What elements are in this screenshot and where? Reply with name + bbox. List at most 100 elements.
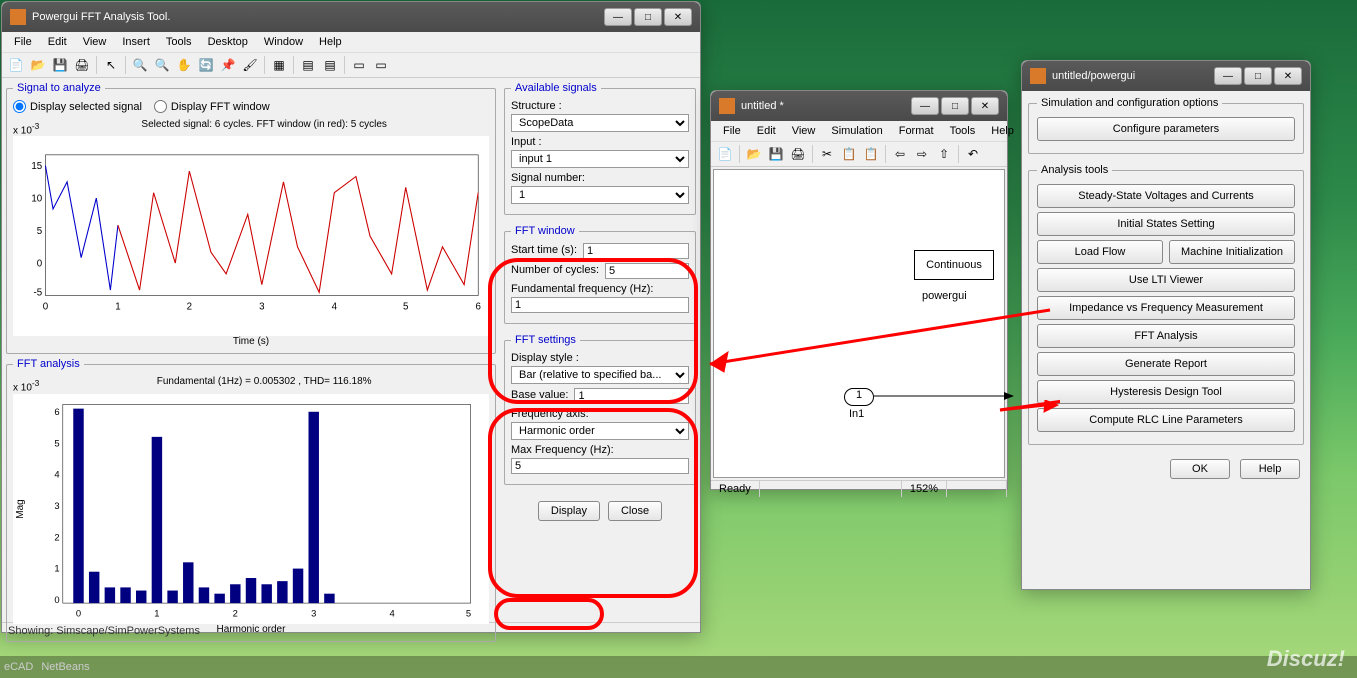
simulink-window: untitled * — □ ✕ File Edit View Simulati… [710, 90, 1008, 490]
plot2-title: Fundamental (1Hz) = 0.005302 , THD= 116.… [39, 376, 489, 393]
colorbar-icon[interactable]: ▦ [269, 55, 289, 75]
steady-state-button[interactable]: Steady-State Voltages and Currents [1037, 184, 1295, 208]
undock-icon[interactable]: ▭ [371, 55, 391, 75]
configure-button[interactable]: Configure parameters [1037, 117, 1295, 141]
save-icon[interactable]: 💾 [50, 55, 70, 75]
hysteresis-button[interactable]: Hysteresis Design Tool [1037, 380, 1295, 404]
taskbar-item[interactable]: NetBeans [41, 661, 89, 673]
maximize-button[interactable]: □ [941, 97, 969, 115]
help-button[interactable]: Help [1240, 459, 1300, 479]
start-input[interactable] [583, 243, 689, 259]
machine-init-button[interactable]: Machine Initialization [1169, 240, 1295, 264]
start-label: Start time (s): [511, 244, 577, 256]
menu-tools[interactable]: Tools [944, 123, 982, 139]
cycles-input[interactable] [605, 263, 689, 279]
legend-icon[interactable]: ▤ [298, 55, 318, 75]
base-input[interactable] [574, 388, 689, 404]
menu-insert[interactable]: Insert [116, 34, 156, 50]
initial-states-button[interactable]: Initial States Setting [1037, 212, 1295, 236]
menu-window[interactable]: Window [258, 34, 309, 50]
print-icon[interactable]: 🖨 [788, 144, 808, 164]
signal-chart-svg: -5051015 0123456 [13, 136, 489, 336]
generate-report-button[interactable]: Generate Report [1037, 352, 1295, 376]
toolbar: 📄 📂 💾 🖨 ✂ 📋 📋 ⇦ ⇨ ⇧ ↶ [711, 142, 1007, 167]
svg-text:5: 5 [37, 226, 42, 237]
minimize-button[interactable]: — [1214, 67, 1242, 85]
maximize-button[interactable]: □ [634, 8, 662, 26]
style-select[interactable]: Bar (relative to specified ba... [511, 366, 689, 384]
dock-icon[interactable]: ▭ [349, 55, 369, 75]
titlebar[interactable]: untitled/powergui — □ ✕ [1022, 61, 1310, 91]
zoomout-icon[interactable]: 🔍 [152, 55, 172, 75]
maximize-button[interactable]: □ [1244, 67, 1272, 85]
impedance-button[interactable]: Impedance vs Frequency Measurement [1037, 296, 1295, 320]
pointer-icon[interactable]: ↖ [101, 55, 121, 75]
brush-icon[interactable]: 🖌 [240, 55, 260, 75]
rlc-button[interactable]: Compute RLC Line Parameters [1037, 408, 1295, 432]
close-button[interactable]: Close [608, 501, 662, 521]
copy-icon[interactable]: 📋 [839, 144, 859, 164]
taskbar-item[interactable]: eCAD [4, 661, 33, 673]
menu-view[interactable]: View [77, 34, 113, 50]
new-icon[interactable]: 📄 [6, 55, 26, 75]
close-button[interactable]: ✕ [971, 97, 999, 115]
menu-tools[interactable]: Tools [160, 34, 198, 50]
print-icon[interactable]: 🖨 [72, 55, 92, 75]
radio-fft[interactable]: Display FFT window [154, 100, 270, 113]
in1-label: In1 [849, 408, 864, 420]
in1-block[interactable]: 1 [844, 388, 874, 406]
new-icon[interactable]: 📄 [715, 144, 735, 164]
menu-edit[interactable]: Edit [42, 34, 73, 50]
titlebar[interactable]: Powergui FFT Analysis Tool. — □ ✕ [2, 2, 700, 32]
maxf-label: Max Frequency (Hz): [511, 444, 689, 456]
menu-help[interactable]: Help [313, 34, 348, 50]
titlebar[interactable]: untitled * — □ ✕ [711, 91, 1007, 121]
display-button[interactable]: Display [538, 501, 600, 521]
structure-select[interactable]: ScopeData [511, 114, 689, 132]
minimize-button[interactable]: — [604, 8, 632, 26]
maxf-input[interactable] [511, 458, 689, 474]
menu-desktop[interactable]: Desktop [202, 34, 254, 50]
undo-icon[interactable]: ↶ [963, 144, 983, 164]
zoomin-icon[interactable]: 🔍 [130, 55, 150, 75]
open-icon[interactable]: 📂 [28, 55, 48, 75]
menu-file[interactable]: File [717, 123, 747, 139]
save-icon[interactable]: 💾 [766, 144, 786, 164]
close-button[interactable]: ✕ [1274, 67, 1302, 85]
datatip-icon[interactable]: 📌 [218, 55, 238, 75]
forward-icon[interactable]: ⇨ [912, 144, 932, 164]
pan-icon[interactable]: ✋ [174, 55, 194, 75]
fund-input[interactable] [511, 297, 689, 313]
back-icon[interactable]: ⇦ [890, 144, 910, 164]
sigmin-select[interactable]: 1 [511, 186, 689, 204]
simulink-canvas[interactable]: Continuous powergui 1 In1 [713, 169, 1005, 478]
lti-viewer-button[interactable]: Use LTI Viewer [1037, 268, 1295, 292]
tile-icon[interactable]: ▤ [320, 55, 340, 75]
menu-file[interactable]: File [8, 34, 38, 50]
cut-icon[interactable]: ✂ [817, 144, 837, 164]
up-icon[interactable]: ⇧ [934, 144, 954, 164]
menu-view[interactable]: View [786, 123, 822, 139]
menu-edit[interactable]: Edit [751, 123, 782, 139]
minimize-button[interactable]: — [911, 97, 939, 115]
paste-icon[interactable]: 📋 [861, 144, 881, 164]
sigmin-label: Signal number: [511, 172, 689, 184]
fax-select[interactable]: Harmonic order [511, 422, 689, 440]
signal-fieldset: Signal to analyze Display selected signa… [6, 82, 496, 354]
menu-help[interactable]: Help [985, 123, 1020, 139]
input-select[interactable]: input 1 [511, 150, 689, 168]
powergui-block[interactable]: Continuous [914, 250, 994, 280]
close-button[interactable]: ✕ [664, 8, 692, 26]
rotate-icon[interactable]: 🔄 [196, 55, 216, 75]
status-zoom: 152% [902, 481, 947, 497]
ok-button[interactable]: OK [1170, 459, 1230, 479]
base-label: Base value: [511, 389, 568, 401]
menu-simulation[interactable]: Simulation [825, 123, 888, 139]
open-icon[interactable]: 📂 [744, 144, 764, 164]
plot1-title: Selected signal: 6 cycles. FFT window (i… [39, 119, 489, 130]
load-flow-button[interactable]: Load Flow [1037, 240, 1163, 264]
radio-selected[interactable]: Display selected signal [13, 100, 142, 113]
menu-format[interactable]: Format [893, 123, 940, 139]
taskbar[interactable]: eCAD NetBeans [0, 656, 1357, 678]
fft-analysis-button[interactable]: FFT Analysis [1037, 324, 1295, 348]
